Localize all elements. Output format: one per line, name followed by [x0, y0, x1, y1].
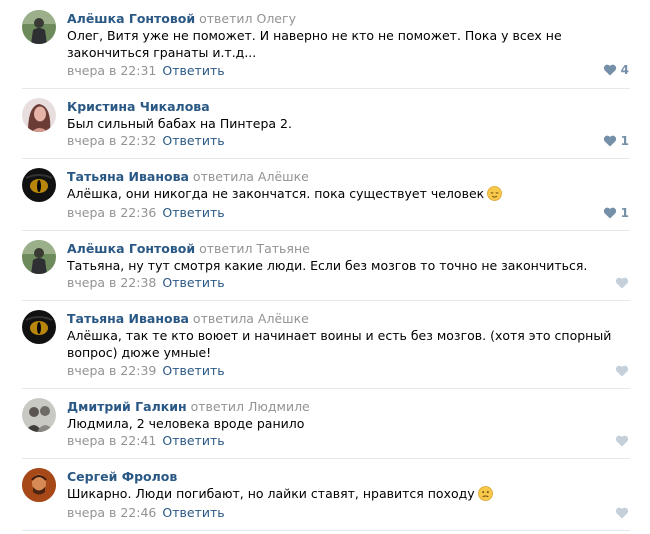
comment-date[interactable]: вчера в 22:31	[67, 63, 156, 78]
divider	[22, 230, 630, 231]
author-name[interactable]: Татьяна Иванова	[67, 311, 189, 326]
avatar-image	[22, 168, 56, 202]
heart-icon	[615, 435, 629, 447]
reply-button[interactable]: Ответить	[162, 133, 224, 148]
divider	[22, 530, 630, 531]
avatar[interactable]	[22, 310, 56, 344]
avatar[interactable]	[22, 398, 56, 432]
avatar[interactable]	[22, 240, 56, 274]
author-name[interactable]: Сергей Фролов	[67, 469, 177, 484]
reply-target[interactable]: ответил Татьяне	[199, 241, 310, 256]
comment-text: Алёшка, они никогда не закончатся. пока …	[67, 186, 485, 201]
heart-icon	[615, 277, 629, 289]
avatar-image	[22, 240, 56, 274]
comment-text: Людмила, 2 человека вроде ранило	[67, 416, 305, 431]
divider	[22, 158, 630, 159]
divider	[22, 88, 630, 89]
avatar[interactable]	[22, 10, 56, 44]
like-button[interactable]: 1	[589, 205, 629, 221]
heart-icon	[615, 507, 629, 519]
reply-button[interactable]: Ответить	[162, 63, 224, 78]
like-count: 1	[620, 206, 629, 220]
heart-icon	[603, 135, 616, 147]
heart-icon	[603, 207, 616, 219]
comment-date[interactable]: вчера в 22:39	[67, 363, 156, 378]
comment-date[interactable]: вчера в 22:36	[67, 205, 156, 220]
author-name[interactable]: Алёшка Гонтовой	[67, 241, 195, 256]
author-name[interactable]: Алёшка Гонтовой	[67, 11, 195, 26]
author-name[interactable]: Кристина Чикалова	[67, 99, 210, 114]
like-button[interactable]: 4	[589, 62, 629, 78]
divider	[22, 388, 630, 389]
comment-date[interactable]: вчера в 22:46	[67, 505, 156, 520]
reply-target[interactable]: ответил Людмиле	[191, 399, 310, 414]
author-name[interactable]: Дмитрий Галкин	[67, 399, 187, 414]
like-count: 1	[620, 134, 629, 148]
divider	[22, 300, 630, 301]
comments-feed: Алёшка Гонтовой ответил Олегу Олег, Витя…	[0, 0, 650, 534]
confused-face-emoji-icon	[477, 486, 493, 501]
comment-text: Татьяна, ну тут смотря какие люди. Если …	[67, 258, 588, 273]
like-button[interactable]: 1	[589, 133, 629, 149]
divider	[22, 458, 630, 459]
comment-date[interactable]: вчера в 22:41	[67, 433, 156, 448]
like-button[interactable]	[589, 505, 629, 521]
reply-button[interactable]: Ответить	[162, 505, 224, 520]
reply-button[interactable]: Ответить	[162, 205, 224, 220]
like-button[interactable]	[589, 275, 629, 291]
avatar-image	[22, 310, 56, 344]
comment-text: Шикарно. Люди погибают, но лайки ставят,…	[67, 486, 475, 501]
like-button[interactable]	[589, 363, 629, 379]
relieved-face-emoji-icon	[487, 186, 503, 201]
avatar-image	[22, 98, 56, 132]
heart-icon	[603, 64, 616, 76]
avatar[interactable]	[22, 468, 56, 502]
reply-target[interactable]: ответила Алёшке	[193, 311, 309, 326]
comment-date[interactable]: вчера в 22:38	[67, 275, 156, 290]
avatar-image	[22, 398, 56, 432]
heart-icon	[615, 365, 629, 377]
comment-date[interactable]: вчера в 22:32	[67, 133, 156, 148]
reply-button[interactable]: Ответить	[162, 433, 224, 448]
like-count: 4	[620, 63, 629, 77]
comment-text: Алёшка, так те кто воюет и начинает воин…	[67, 328, 612, 360]
comment-text: Олег, Витя уже не поможет. И наверно не …	[67, 28, 562, 60]
avatar[interactable]	[22, 168, 56, 202]
reply-target[interactable]: ответил Олегу	[199, 11, 296, 26]
reply-button[interactable]: Ответить	[162, 363, 224, 378]
avatar[interactable]	[22, 98, 56, 132]
avatar-image	[22, 10, 56, 44]
reply-button[interactable]: Ответить	[162, 275, 224, 290]
author-name[interactable]: Татьяна Иванова	[67, 169, 189, 184]
reply-target[interactable]: ответила Алёшке	[193, 169, 309, 184]
like-button[interactable]	[589, 433, 629, 449]
avatar-image	[22, 468, 56, 502]
comment-text: Был сильный бабах на Пинтера 2.	[67, 116, 292, 131]
